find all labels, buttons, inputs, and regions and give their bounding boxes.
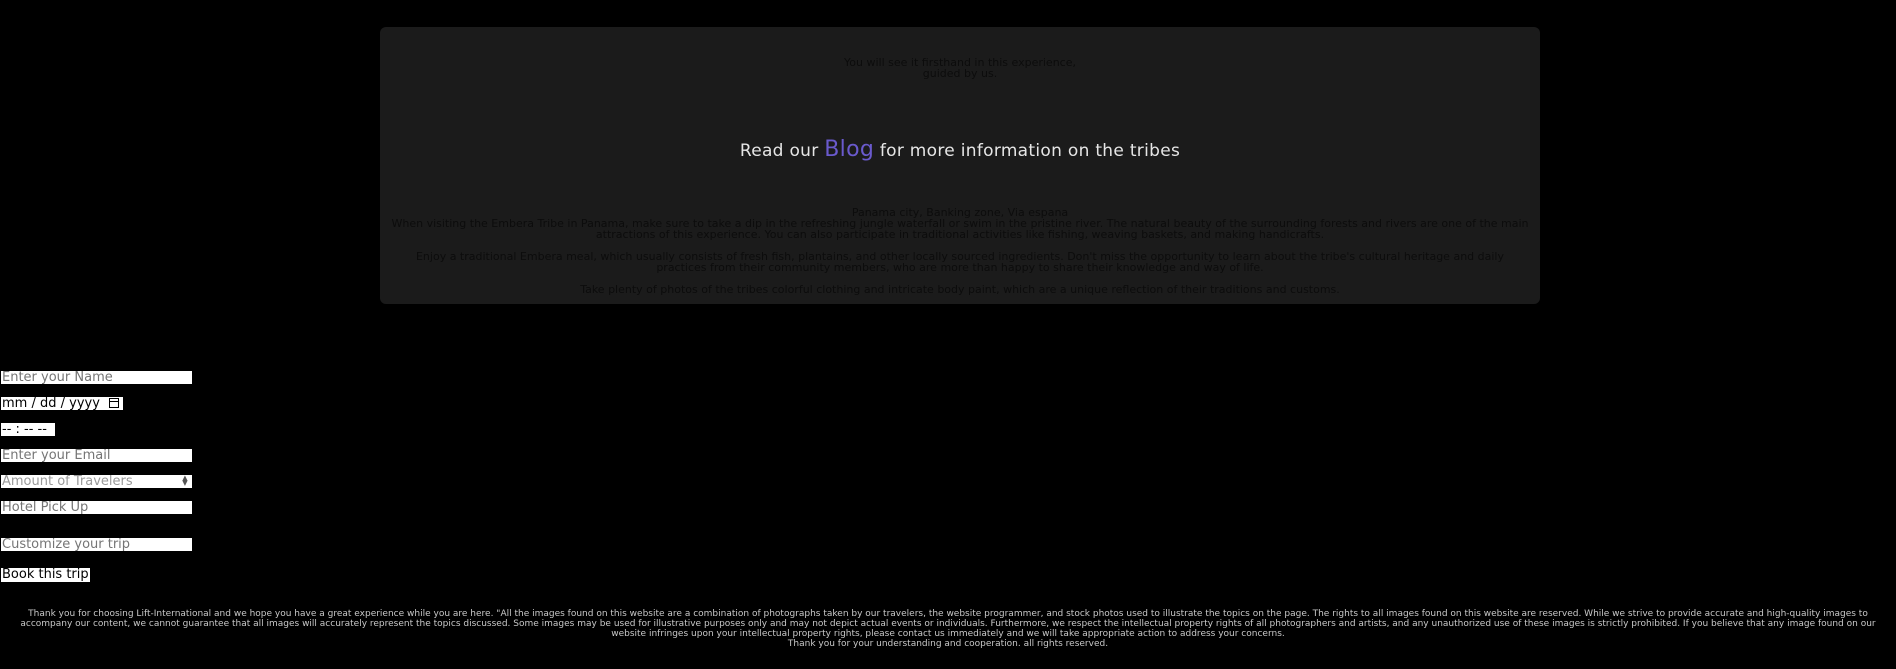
spinner-arrows-icon[interactable]: ▲ ▼ [180, 475, 190, 487]
customize-trip-input[interactable] [0, 537, 193, 552]
info-card: You will see it firsthand in this experi… [380, 27, 1540, 304]
hotel-pickup-input[interactable] [0, 500, 193, 515]
intro-line-2: guided by us. [922, 67, 998, 80]
time-value: -- : -- -- [2, 422, 47, 437]
blog-prefix: Read our [739, 141, 819, 161]
travelers-input[interactable]: Amount of Travelers ▲ ▼ [0, 474, 193, 489]
name-input[interactable] [0, 370, 193, 385]
booking-form: mm / dd / yyyy -- : -- -- Amount of Trav… [0, 370, 200, 583]
blog-callout: Read our Blog for more information on th… [380, 137, 1540, 162]
details-paragraph-1: When visiting the Embera Tribe in Panama… [391, 217, 1529, 241]
blog-link[interactable]: Blog [824, 137, 874, 162]
email-input[interactable] [0, 448, 193, 463]
book-trip-button[interactable]: Book this trip [0, 567, 91, 583]
footer-disclaimer: Thank you for choosing Lift-Internationa… [20, 609, 1876, 639]
details-paragraph-3: Take plenty of photos of the tribes colo… [580, 283, 1340, 296]
date-value: mm / dd / yyyy [2, 396, 100, 411]
date-input[interactable]: mm / dd / yyyy [0, 396, 124, 411]
blog-suffix: for more information on the tribes [879, 141, 1181, 161]
time-input[interactable]: -- : -- -- [0, 422, 56, 437]
calendar-icon[interactable] [109, 398, 119, 408]
details-paragraph-2: Enjoy a traditional Embera meal, which u… [415, 250, 1504, 274]
tour-details: Panama city, Banking zone, Via espana Wh… [390, 207, 1530, 306]
travelers-placeholder: Amount of Travelers [2, 474, 133, 489]
footer-thanks: Thank you for your understanding and coo… [787, 639, 1109, 649]
footer: Thank you for choosing Lift-Internationa… [0, 609, 1896, 649]
intro-text: You will see it firsthand in this experi… [380, 57, 1540, 79]
